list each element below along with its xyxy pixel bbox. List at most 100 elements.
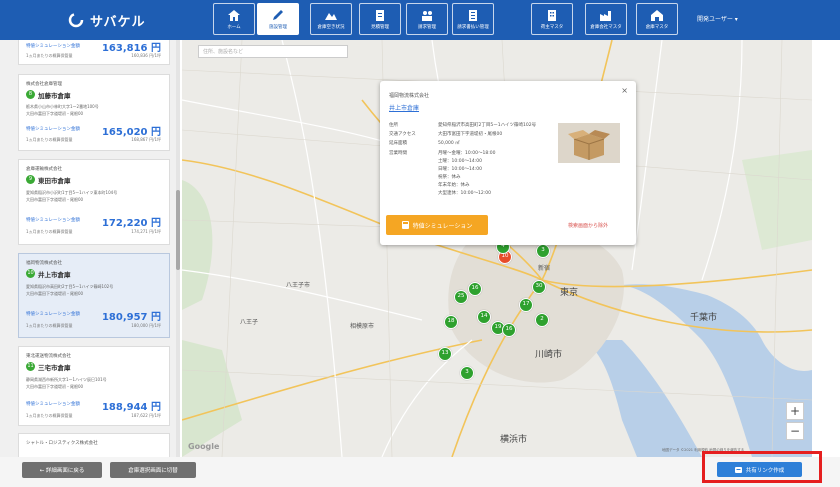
warehouse-cluster-pin[interactable]: 18 [444,315,458,329]
warehouse-card[interactable]: 倉庫運輸株式会社 9 東田市倉庫 愛知県稲沢市小沢町1丁目5ー1ハイツ東本町10… [18,159,170,245]
monthly-label: 1ヵ月あたりの概算保管量 [26,229,73,234]
simulation-button[interactable]: 特値シミュレーション [386,215,488,235]
unit-price: 174,271 円/1坪 [131,229,161,234]
simulation-price: 180,957 円 [101,312,161,323]
simulation-label: 特値シミュレーション金額 [26,402,80,407]
nav-label: ホーム [227,24,241,30]
remove-from-search-link[interactable]: 検索画面から除外 [568,222,608,229]
warehouse-card[interactable]: 株式会社倉庫管理 8 加藤市倉庫 栃木県小山市小林町大字1ー2番地100号 大田… [18,74,170,151]
warehouse-name: 井上市倉庫 [38,271,71,279]
warehouse-address: 栃木県小山市小林町大字1ー2番地100号 [26,104,99,109]
info-value: 日曜：10:00〜14:00 [438,167,482,172]
pen-icon [273,9,283,20]
warehouse-cluster-pin[interactable]: 16 [502,323,516,337]
close-icon[interactable]: × [621,86,628,95]
nav-label: 倉庫空き状況 [317,24,345,30]
warehouse-cluster-pin[interactable]: 25 [454,290,468,304]
nav-billing-button[interactable]: 請求管理 [406,3,448,35]
warehouse-access: 大田市富田下字道堤初・尾根00 [26,111,84,116]
nav-invoice-button[interactable]: 請求書払い管理 [452,3,494,35]
app-logo[interactable]: サバケル [68,10,145,30]
nav-warehouse-master-button[interactable]: 倉庫マスタ [636,3,678,35]
map-place-label: 東京 [560,288,579,298]
simulation-label: 特値シミュレーション金額 [26,127,80,132]
simulation-label: 特値シミュレーション金額 [26,44,80,49]
switch-to-warehouse-select-button[interactable]: 倉庫選択画面に切替 [110,462,196,478]
sidebar-scrollbar-thumb[interactable] [176,190,180,270]
warehouse-cluster-pin[interactable]: 30 [532,280,546,294]
company-name: 株式会社倉庫管理 [26,82,62,87]
simulation-price: 172,220 円 [101,218,161,229]
warehouse-number-badge: 9 [26,175,35,184]
info-value: 大型連休：10:00〜12:00 [438,191,491,196]
warehouse-number-badge: 10 [26,269,35,278]
simulation-price: 188,944 円 [101,402,161,413]
info-key: 交通アクセス [389,132,416,137]
unit-price: 187,622 円/1坪 [131,413,161,418]
logo-icon [68,12,84,28]
zoom-out-button[interactable]: − [786,422,804,440]
info-value: 大田市富田下字道堤初・尾根00 [438,132,503,137]
map-view[interactable]: 住所、施設名など 新宿 東京 八王子市 相模原市 川崎市 横浜市 千葉市 八王子… [182,40,812,457]
simulation-price: 165,020 円 [101,127,161,138]
warehouse-cluster-pin[interactable]: 16 [468,282,482,296]
warehouse-card[interactable]: 東北運送物流株式会社 11 三宅市倉庫 静岡県湖西市新所大字1ー1ハイツ辰巳10… [18,346,170,426]
user-dropdown[interactable]: 開発ユーザー ▾ [697,14,738,23]
invoice-icon [469,9,477,21]
map-place-label: 千葉市 [690,313,718,323]
people-icon [422,10,432,21]
info-value: 土曜：10:00〜14:00 [438,159,482,164]
warehouse-cluster-pin[interactable]: 3 [460,366,474,380]
warehouse-list-sidebar: 特値シミュレーション金額 163,816 円 1ヵ月あたりの概算保管量 160,… [0,40,180,457]
info-key: 営業時間 [389,151,407,156]
highlight-box [702,451,822,483]
map-search-input[interactable]: 住所、施設名など [198,45,348,58]
info-value: 50,000 ㎡ [438,141,460,146]
document-icon [376,9,384,21]
factory-icon [600,10,611,21]
warehouse-cluster-pin[interactable]: 2 [535,313,549,327]
warehouse-card[interactable]: シャトル・ロジスティクス株式会社 [18,433,170,457]
warehouse-address: 愛知県稲沢市小沢町1丁目5ー1ハイツ東本町104号 [26,190,118,195]
nav-label: 見積管理 [371,24,389,30]
simulation-label: 特値シミュレーション金額 [26,312,80,317]
nav-availability-button[interactable]: 倉庫空き状況 [310,3,352,35]
app-header: サバケル ホーム 施設管理 倉庫空き状況 見積管理 請求管理 請求書払い管理 荷… [0,0,840,40]
google-logo: Google [188,442,220,451]
zoom-in-button[interactable]: + [786,402,804,420]
company-name: 福岡物流株式会社 [26,261,62,266]
popup-warehouse-link[interactable]: 井上市倉庫 [389,103,419,112]
warehouse-card[interactable]: 特値シミュレーション金額 163,816 円 1ヵ月あたりの概算保管量 160,… [18,40,170,65]
nav-warehouse-company-master-button[interactable]: 倉庫会社マスタ [585,3,627,35]
home-icon [228,9,240,21]
company-name: 倉庫運輸株式会社 [26,167,62,172]
monthly-label: 1ヵ月あたりの概算保管量 [26,323,73,328]
calculator-icon [401,221,409,229]
map-place-label: 八王子市 [286,282,311,289]
back-to-detail-button[interactable]: ← 詳細画面に戻る [22,462,102,478]
warehouse-cluster-pin[interactable]: 13 [438,347,452,361]
unit-price: 168,867 円/1坪 [131,137,161,142]
map-place-label: 八王子 [240,319,259,326]
popup-company-name: 福岡物流株式会社 [389,93,430,99]
nav-label: 倉庫会社マスタ [590,24,622,30]
nav-home-button[interactable]: ホーム [213,3,255,35]
info-value: 月曜〜金曜：10:00〜18:00 [438,151,496,156]
company-name: シャトル・ロジスティクス株式会社 [26,441,98,446]
building-icon [548,9,556,21]
nav-label: 請求書払い管理 [457,24,489,30]
nav-shipper-master-button[interactable]: 荷主マスタ [531,3,573,35]
warehouse-cluster-pin[interactable]: 14 [477,310,491,324]
warehouse-box-image [558,123,620,163]
warehouse-card-selected[interactable]: 福岡物流株式会社 10 井上市倉庫 愛知県稲沢市高田町2丁目5ー1ハイツ篠崎10… [18,253,170,338]
info-key: 延床面積 [389,141,407,146]
warehouse-cluster-pin[interactable]: 3 [536,244,550,258]
nav-estimate-button[interactable]: 見積管理 [359,3,401,35]
warehouse-access: 大田市富田下字道堤初・尾根00 [26,291,84,296]
nav-facility-button[interactable]: 施設管理 [257,3,299,35]
map-place-label: 相模原市 [350,323,375,330]
monthly-label: 1ヵ月あたりの概算保管量 [26,413,73,418]
info-key: 住所 [389,123,398,128]
warehouse-cluster-pin[interactable]: 17 [519,298,533,312]
warehouse-info-popup: × 福岡物流株式会社 井上市倉庫 住所 愛知県稲沢市高田町2丁目5ー1ハイツ篠崎… [380,81,636,245]
